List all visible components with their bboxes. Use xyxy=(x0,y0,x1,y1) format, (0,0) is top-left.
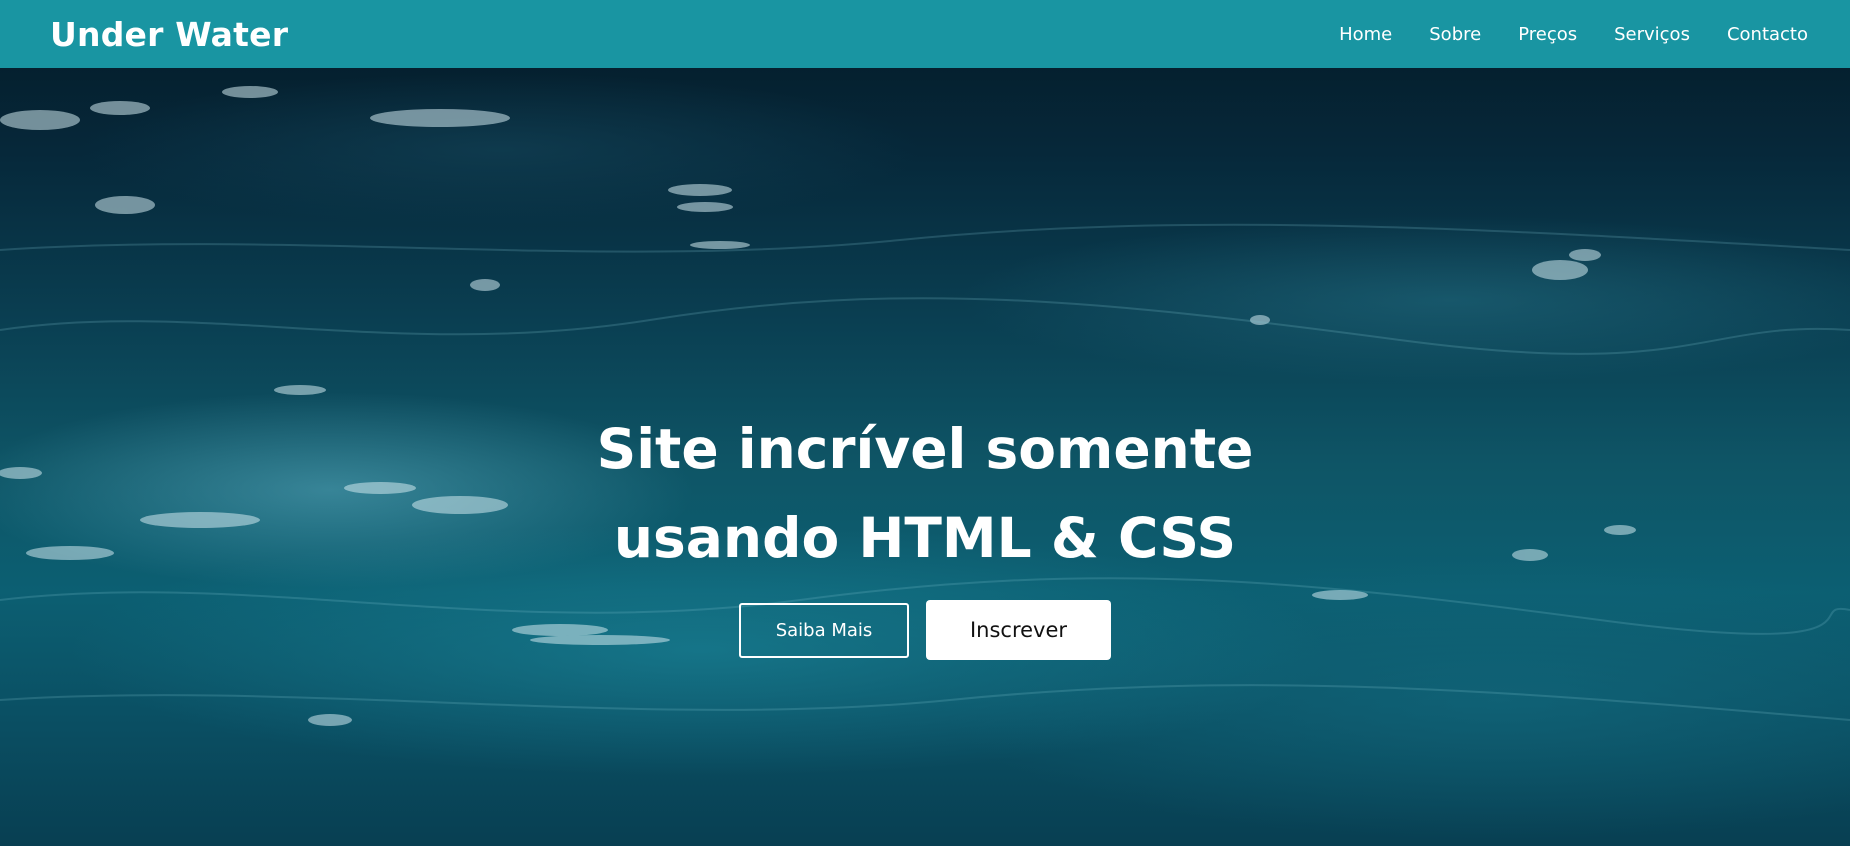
page: Under Water Home Sobre Preços Serviços C… xyxy=(0,0,1850,846)
nav-link-precos[interactable]: Preços xyxy=(1518,24,1577,45)
hero-title-line-1: Site incrível somente xyxy=(596,417,1254,481)
nav-link-contacto[interactable]: Contacto xyxy=(1727,24,1808,45)
hero-content: Site incrível somente usando HTML & CSS … xyxy=(0,405,1850,660)
nav-link-home[interactable]: Home xyxy=(1339,24,1392,45)
site-logo[interactable]: Under Water xyxy=(50,15,288,54)
top-navbar: Under Water Home Sobre Preços Serviços C… xyxy=(0,0,1850,68)
hero-title-line-2: usando HTML & CSS xyxy=(613,506,1237,570)
hero-buttons: Saiba Mais Inscrever xyxy=(0,600,1850,660)
saiba-mais-button[interactable]: Saiba Mais xyxy=(739,602,909,658)
hero-title: Site incrível somente usando HTML & CSS xyxy=(0,405,1850,583)
nav-links: Home Sobre Preços Serviços Contacto xyxy=(1302,24,1808,45)
nav-link-servicos[interactable]: Serviços xyxy=(1614,24,1690,45)
nav-link-sobre[interactable]: Sobre xyxy=(1429,24,1481,45)
inscrever-button[interactable]: Inscrever xyxy=(926,600,1111,660)
